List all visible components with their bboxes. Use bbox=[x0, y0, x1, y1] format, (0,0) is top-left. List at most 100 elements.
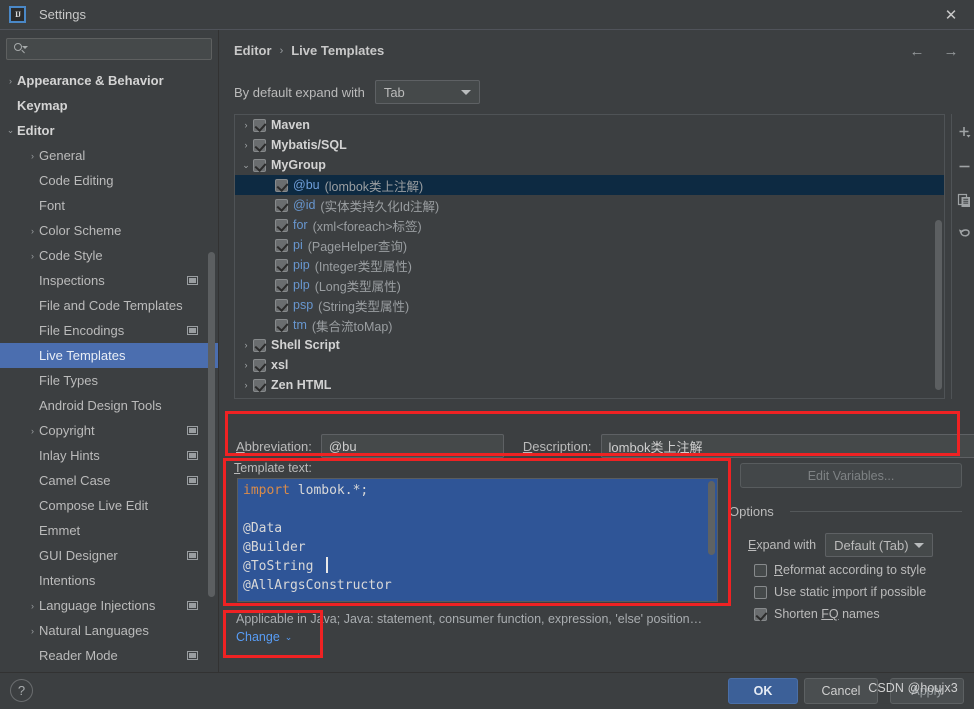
template-group-row[interactable]: › Zen HTML bbox=[235, 375, 944, 395]
duplicate-template-button[interactable] bbox=[955, 190, 974, 210]
template-group-row[interactable]: ⌄ MyGroup bbox=[235, 155, 944, 175]
sidebar-item-intentions[interactable]: ›Intentions bbox=[0, 568, 218, 593]
template-enabled-checkbox[interactable] bbox=[253, 158, 266, 172]
template-enabled-checkbox[interactable] bbox=[253, 358, 266, 372]
search-box[interactable] bbox=[6, 38, 212, 60]
template-group-row[interactable]: › Shell Script bbox=[235, 335, 944, 355]
template-group-name: Zen HTML bbox=[271, 378, 332, 392]
sidebar-item-copyright[interactable]: › Copyright bbox=[0, 418, 218, 443]
chevron-right-icon[interactable]: › bbox=[239, 340, 253, 350]
sidebar-item-gui-designer[interactable]: ›GUI Designer bbox=[0, 543, 218, 568]
close-icon[interactable]: ✕ bbox=[928, 0, 974, 29]
sidebar-item-font[interactable]: ›Font bbox=[0, 193, 218, 218]
sidebar-item-keymap[interactable]: ›Keymap bbox=[0, 93, 218, 118]
expand-with-select[interactable]: Default (Tab) bbox=[825, 533, 934, 557]
templates-list-scrollbar-thumb[interactable] bbox=[935, 220, 942, 390]
restore-defaults-button[interactable] bbox=[955, 224, 974, 244]
template-row[interactable]: for (xml<foreach>标签) bbox=[235, 215, 944, 235]
sidebar-item-language-injections[interactable]: › Language Injections bbox=[0, 593, 218, 618]
sidebar-item-android-design-tools[interactable]: ›Android Design Tools bbox=[0, 393, 218, 418]
chevron-right-icon[interactable]: › bbox=[239, 120, 253, 130]
project-scope-icon bbox=[187, 551, 198, 560]
sidebar-scrollbar-thumb[interactable] bbox=[208, 252, 215, 597]
sidebar-item-compose-live-edit[interactable]: ›Compose Live Edit bbox=[0, 493, 218, 518]
sidebar-item-inspections[interactable]: ›Inspections bbox=[0, 268, 218, 293]
template-row[interactable]: psp (String类型属性) bbox=[235, 295, 944, 315]
template-group-row[interactable]: › Mybatis/SQL bbox=[235, 135, 944, 155]
search-input[interactable] bbox=[27, 42, 211, 56]
template-row[interactable]: pip (Integer类型属性) bbox=[235, 255, 944, 275]
shorten-fq-checkbox[interactable]: Shorten FQ names bbox=[754, 607, 880, 621]
sidebar-item-label: Camel Case bbox=[39, 473, 111, 488]
sidebar-item-live-templates[interactable]: ›Live Templates bbox=[0, 343, 218, 368]
chevron-right-icon[interactable]: › bbox=[239, 140, 253, 150]
live-templates-list[interactable]: › Maven › Mybatis/SQL ⌄ MyGroup @bu (lombok类上注解… bbox=[234, 114, 945, 399]
sidebar-item-natural-languages[interactable]: › Natural Languages bbox=[0, 618, 218, 643]
chevron-right-icon[interactable]: › bbox=[26, 426, 39, 436]
cancel-button[interactable]: Cancel bbox=[804, 678, 878, 704]
template-description: (Integer类型属性) bbox=[314, 259, 412, 274]
template-enabled-checkbox[interactable] bbox=[275, 218, 288, 232]
sidebar-item-inlay-hints[interactable]: ›Inlay Hints bbox=[0, 443, 218, 468]
chevron-right-icon: › bbox=[26, 651, 39, 661]
sidebar-item-emmet[interactable]: ›Emmet bbox=[0, 518, 218, 543]
template-enabled-checkbox[interactable] bbox=[253, 378, 266, 392]
chevron-right-icon[interactable]: › bbox=[26, 626, 39, 636]
template-enabled-checkbox[interactable] bbox=[275, 178, 288, 192]
template-row[interactable]: pi (PageHelper查询) bbox=[235, 235, 944, 255]
template-enabled-checkbox[interactable] bbox=[275, 258, 288, 272]
template-group-row[interactable]: › Maven bbox=[235, 115, 944, 135]
template-enabled-checkbox[interactable] bbox=[275, 318, 288, 332]
template-enabled-checkbox[interactable] bbox=[275, 198, 288, 212]
template-enabled-checkbox[interactable] bbox=[275, 238, 288, 252]
static-import-checkbox[interactable]: Use static import if possible bbox=[754, 585, 926, 599]
template-enabled-checkbox[interactable] bbox=[253, 338, 266, 352]
chevron-right-icon[interactable]: › bbox=[26, 151, 39, 161]
chevron-down-icon bbox=[460, 90, 471, 95]
ok-button[interactable]: OK bbox=[728, 678, 798, 704]
sidebar-item-label: Intentions bbox=[39, 573, 96, 588]
sidebar-item-appearance-behavior[interactable]: › Appearance & Behavior bbox=[0, 68, 218, 93]
sidebar-item-file-types[interactable]: ›File Types bbox=[0, 368, 218, 393]
remove-template-button[interactable] bbox=[955, 156, 974, 176]
chevron-right-icon[interactable]: › bbox=[26, 601, 39, 611]
title-bar: IJ Settings ✕ bbox=[0, 0, 974, 29]
chevron-down-icon[interactable]: ⌄ bbox=[4, 125, 17, 136]
template-row[interactable]: @id (实体类持久化Id注解) bbox=[235, 195, 944, 215]
template-row[interactable]: plp (Long类型属性) bbox=[235, 275, 944, 295]
reformat-checkbox[interactable]: Reformat according to style bbox=[754, 563, 926, 577]
chevron-right-icon[interactable]: › bbox=[239, 360, 253, 370]
template-enabled-checkbox[interactable] bbox=[275, 278, 288, 292]
sidebar-item-color-scheme[interactable]: › Color Scheme bbox=[0, 218, 218, 243]
sidebar-item-camel-case[interactable]: ›Camel Case bbox=[0, 468, 218, 493]
template-enabled-checkbox[interactable] bbox=[253, 118, 266, 132]
default-expand-select[interactable]: Tab bbox=[374, 80, 480, 104]
sidebar-item-file-encodings[interactable]: ›File Encodings bbox=[0, 318, 218, 343]
template-abbreviation: @id bbox=[293, 198, 316, 212]
apply-button[interactable]: Apply bbox=[890, 678, 964, 704]
template-row[interactable]: tm (集合流toMap) bbox=[235, 315, 944, 335]
template-group-row[interactable]: › xsl bbox=[235, 355, 944, 375]
template-enabled-checkbox[interactable] bbox=[253, 138, 266, 152]
add-template-button[interactable] bbox=[955, 122, 974, 142]
sidebar-item-general[interactable]: › General bbox=[0, 143, 218, 168]
sidebar-item-code-editing[interactable]: ›Code Editing bbox=[0, 168, 218, 193]
template-row[interactable]: @bu (lombok类上注解) bbox=[235, 175, 944, 195]
chevron-right-icon[interactable]: › bbox=[239, 380, 253, 390]
back-arrow-icon[interactable]: ← bbox=[906, 40, 928, 62]
template-enabled-checkbox[interactable] bbox=[275, 298, 288, 312]
sidebar-item-reader-mode[interactable]: ›Reader Mode bbox=[0, 643, 218, 668]
sidebar-scrollbar[interactable] bbox=[208, 72, 215, 632]
chevron-down-icon[interactable]: ⌄ bbox=[239, 160, 253, 171]
help-button[interactable]: ? bbox=[10, 679, 33, 702]
sidebar-item-file-and-code-templates[interactable]: ›File and Code Templates bbox=[0, 293, 218, 318]
expand-with-row: Expand with Default (Tab) bbox=[748, 533, 934, 557]
edit-variables-button[interactable]: Edit Variables... bbox=[740, 463, 962, 488]
breadcrumb-parent[interactable]: Editor bbox=[234, 43, 272, 58]
sidebar-item-code-style[interactable]: › Code Style bbox=[0, 243, 218, 268]
sidebar-item-editor[interactable]: ⌄ Editor bbox=[0, 118, 218, 143]
chevron-right-icon[interactable]: › bbox=[26, 226, 39, 236]
chevron-right-icon[interactable]: › bbox=[26, 251, 39, 261]
forward-arrow-icon[interactable]: → bbox=[940, 40, 962, 62]
chevron-right-icon[interactable]: › bbox=[4, 76, 17, 86]
